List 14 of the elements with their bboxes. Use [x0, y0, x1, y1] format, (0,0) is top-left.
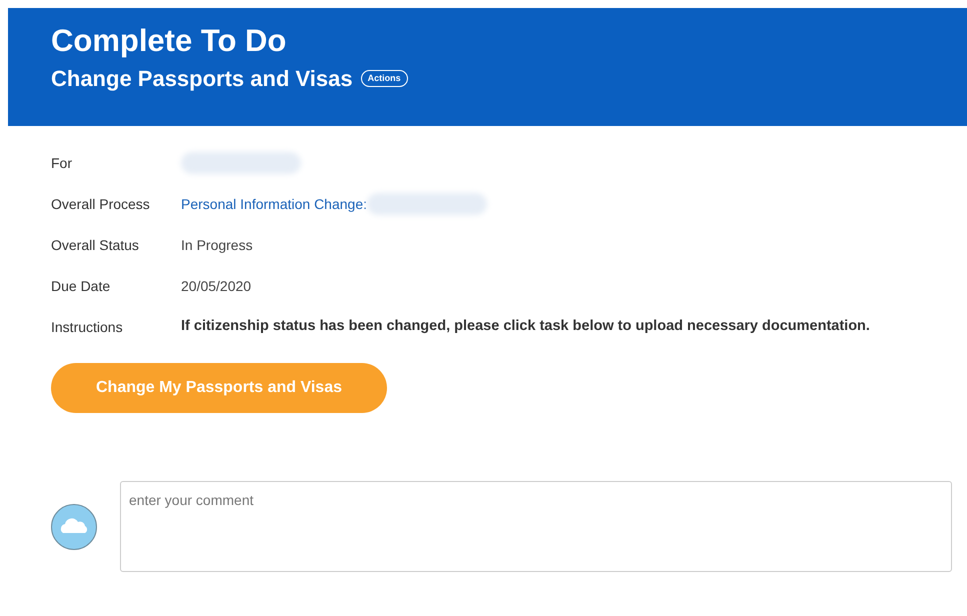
field-label: Instructions [51, 318, 124, 336]
field-label: Overall Process [51, 194, 151, 214]
page-title: Complete To Do [51, 22, 288, 60]
avatar-icon [51, 504, 97, 550]
comment-field[interactable]: enter your comment [120, 481, 952, 572]
actions-button[interactable]: Actions [360, 70, 408, 88]
field-label: For [51, 154, 73, 172]
page-subtitle: Change Passports and Visas [51, 65, 353, 93]
field-label: Due Date [51, 276, 112, 296]
process-link[interactable]: Personal Information Change: [181, 194, 367, 214]
instructions-text: If citizenship status has been changed, please click task below to upload necessary documentation. [181, 317, 870, 336]
field-label: Overall Status [51, 236, 140, 254]
field-value: 20/05/2020 [181, 276, 252, 296]
field-value: In Progress [181, 236, 253, 255]
